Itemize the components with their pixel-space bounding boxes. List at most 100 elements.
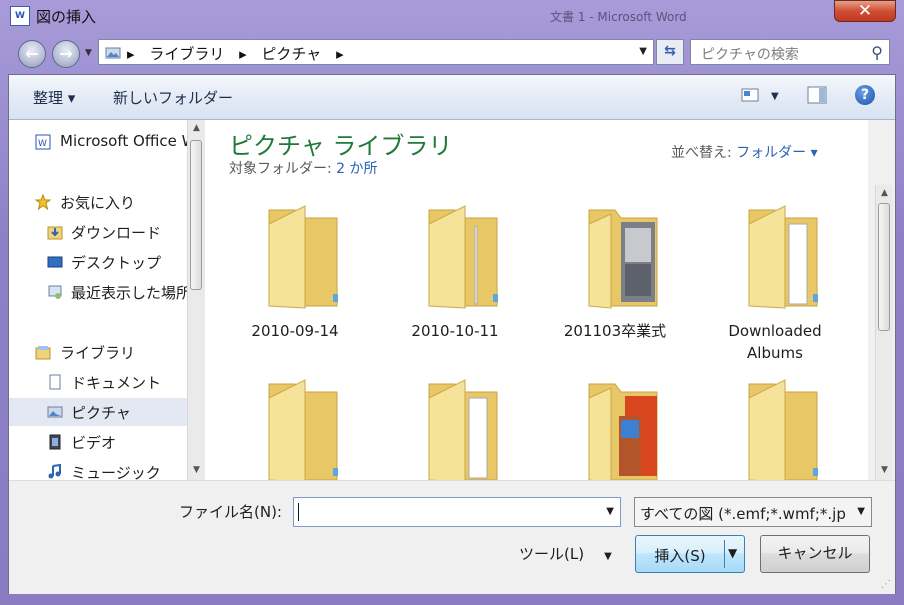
library-locations: 対象フォルダー: 2 か所 xyxy=(229,158,378,178)
nav-item-libraries[interactable]: ライブラリ xyxy=(9,338,187,366)
organize-button[interactable]: 整理 ▾ xyxy=(33,87,75,108)
recent-places-icon xyxy=(48,285,62,299)
forward-button[interactable]: → xyxy=(52,40,80,68)
tools-label: ツール(L) xyxy=(519,545,585,563)
nav-item-desktop[interactable]: デスクトップ xyxy=(9,248,187,276)
folder-icon xyxy=(268,379,338,480)
nav-item-label: ミュージック xyxy=(71,464,161,480)
address-dropdown-icon[interactable]: ▼ xyxy=(639,46,647,57)
nav-item-documents[interactable]: ドキュメント xyxy=(9,368,187,396)
nav-item-recent[interactable]: 最近表示した場所 xyxy=(9,278,187,306)
dialog-window: W 図の挿入 文書 1 - Microsoft Word ✕ ← → ▼ ▸ ラ… xyxy=(0,0,904,605)
content-scrollbar[interactable]: ▲ ▼ xyxy=(875,185,893,480)
tools-dropdown-icon[interactable]: ▼ xyxy=(604,551,612,562)
nav-scrollbar[interactable]: ▲ ▼ xyxy=(187,120,205,480)
folder-name: 2010-10-11 xyxy=(411,322,499,340)
folder-photo-icon xyxy=(588,383,658,480)
cancel-button[interactable]: キャンセル xyxy=(760,535,870,573)
scroll-down-icon[interactable]: ▼ xyxy=(188,465,205,475)
insert-button[interactable]: 挿入(S) ▼ xyxy=(635,535,745,573)
folder-name: 201103卒業式 xyxy=(563,322,667,340)
file-type-select[interactable]: すべての図 (*.emf;*.wmf;*.jp ▼ xyxy=(634,497,872,527)
folder-photo-icon xyxy=(588,209,658,309)
locations-link[interactable]: 2 か所 xyxy=(336,161,377,177)
new-folder-button[interactable]: 新しいフォルダー xyxy=(113,87,233,108)
arrange-by: 並べ替え: フォルダー ▾ xyxy=(671,142,818,162)
breadcrumb-libraries[interactable]: ライブラリ xyxy=(149,45,224,63)
music-icon xyxy=(48,464,61,479)
folder-icon xyxy=(748,205,818,309)
view-dropdown-icon[interactable]: ▼ xyxy=(771,91,779,102)
word-app-icon: W xyxy=(10,6,30,26)
library-title: ピクチャ ライブラリ xyxy=(229,132,453,160)
documents-icon xyxy=(49,374,61,390)
scroll-up-icon[interactable]: ▲ xyxy=(876,188,893,198)
folder-icon xyxy=(748,379,818,480)
arrange-label: 並べ替え: xyxy=(671,145,737,161)
arrange-dropdown[interactable]: フォルダー ▾ xyxy=(736,145,817,161)
folder-name: 2010-09-14 xyxy=(251,322,339,340)
breadcrumb-separator-icon[interactable]: ▸ xyxy=(336,45,344,63)
nav-item-office[interactable]: W Microsoft Office W xyxy=(9,128,187,156)
address-bar[interactable]: ▸ ライブラリ ▸ ピクチャ ▸ ▼ xyxy=(98,39,654,65)
split-divider xyxy=(724,540,725,568)
tools-button[interactable]: ツール(L) ▼ xyxy=(519,543,612,564)
folder-item[interactable]: 201103卒業式 xyxy=(555,202,675,352)
insert-dropdown-icon[interactable]: ▼ xyxy=(728,546,737,560)
search-icon[interactable]: ⚲ xyxy=(871,43,883,62)
help-icon[interactable]: ? xyxy=(855,85,875,105)
folder-icon xyxy=(428,379,498,480)
nav-item-label: ダウンロード xyxy=(71,224,162,242)
filename-label: ファイル名(N): xyxy=(179,503,282,521)
file-type-dropdown-icon[interactable]: ▼ xyxy=(857,506,865,517)
nav-item-label: デスクトップ xyxy=(71,254,162,272)
folder-icon xyxy=(268,205,338,309)
folder-item[interactable] xyxy=(555,376,675,480)
nav-item-label: ピクチャ xyxy=(71,404,131,422)
nav-item-videos[interactable]: ビデオ xyxy=(9,428,187,456)
folder-item[interactable] xyxy=(235,376,355,480)
back-button[interactable]: ← xyxy=(18,40,46,68)
nav-item-label: 最近表示した場所 xyxy=(71,284,187,302)
folder-item[interactable]: Downloaded Albums xyxy=(715,202,835,362)
command-bar: 整理 ▾ 新しいフォルダー ▼ ? xyxy=(9,75,895,120)
scroll-down-icon[interactable]: ▼ xyxy=(876,465,893,475)
nav-item-label: ドキュメント xyxy=(71,374,162,392)
search-box[interactable]: ピクチャの検索 ⚲ xyxy=(690,39,890,65)
pictures-location-icon xyxy=(105,47,121,59)
filename-dropdown-icon[interactable]: ▼ xyxy=(606,506,614,517)
close-button[interactable]: ✕ xyxy=(834,0,896,22)
nav-item-label: Microsoft Office W xyxy=(60,132,187,150)
nav-item-label: ライブラリ xyxy=(60,344,136,362)
title-bar: W 図の挿入 文書 1 - Microsoft Word ✕ xyxy=(0,0,904,34)
window-title: 図の挿入 xyxy=(36,8,97,26)
nav-item-pictures[interactable]: ピクチャ xyxy=(9,398,187,426)
nav-item-music[interactable]: ミュージック xyxy=(9,458,187,480)
resize-grip-icon[interactable]: ⋰ xyxy=(881,579,891,590)
filename-input[interactable]: ▼ xyxy=(293,497,621,527)
refresh-button[interactable]: ⇆ xyxy=(656,39,684,65)
folder-item[interactable]: 2010-09-14 xyxy=(235,202,355,352)
history-dropdown-icon[interactable]: ▼ xyxy=(85,48,92,58)
file-name-area: ファイル名(N): ▼ すべての図 (*.emf;*.wmf;*.jp ▼ ツー… xyxy=(9,480,895,594)
folder-item[interactable] xyxy=(715,376,835,480)
folder-item[interactable] xyxy=(395,376,515,480)
nav-item-label: ビデオ xyxy=(71,434,117,452)
folder-name: Downloaded Albums xyxy=(728,322,822,362)
nav-scroll-thumb[interactable] xyxy=(190,140,202,290)
star-icon xyxy=(35,194,51,210)
search-input[interactable]: ピクチャの検索 xyxy=(701,44,799,64)
breadcrumb-separator-icon[interactable]: ▸ xyxy=(239,45,247,63)
text-caret xyxy=(298,503,299,521)
breadcrumb-separator-icon[interactable]: ▸ xyxy=(127,45,135,63)
scroll-up-icon[interactable]: ▲ xyxy=(188,123,205,133)
preview-pane-icon[interactable] xyxy=(807,86,827,104)
breadcrumb-pictures[interactable]: ピクチャ xyxy=(261,45,321,63)
library-icon xyxy=(35,346,51,360)
nav-item-favorites[interactable]: お気に入り xyxy=(9,188,187,216)
nav-item-downloads[interactable]: ダウンロード xyxy=(9,218,187,246)
folder-item[interactable]: 2010-10-11 xyxy=(395,202,515,352)
file-list-pane: ピクチャ ライブラリ 対象フォルダー: 2 か所 並べ替え: フォルダー ▾ 2… xyxy=(205,120,868,480)
view-options-icon[interactable] xyxy=(741,87,759,103)
content-scroll-thumb[interactable] xyxy=(878,203,890,331)
